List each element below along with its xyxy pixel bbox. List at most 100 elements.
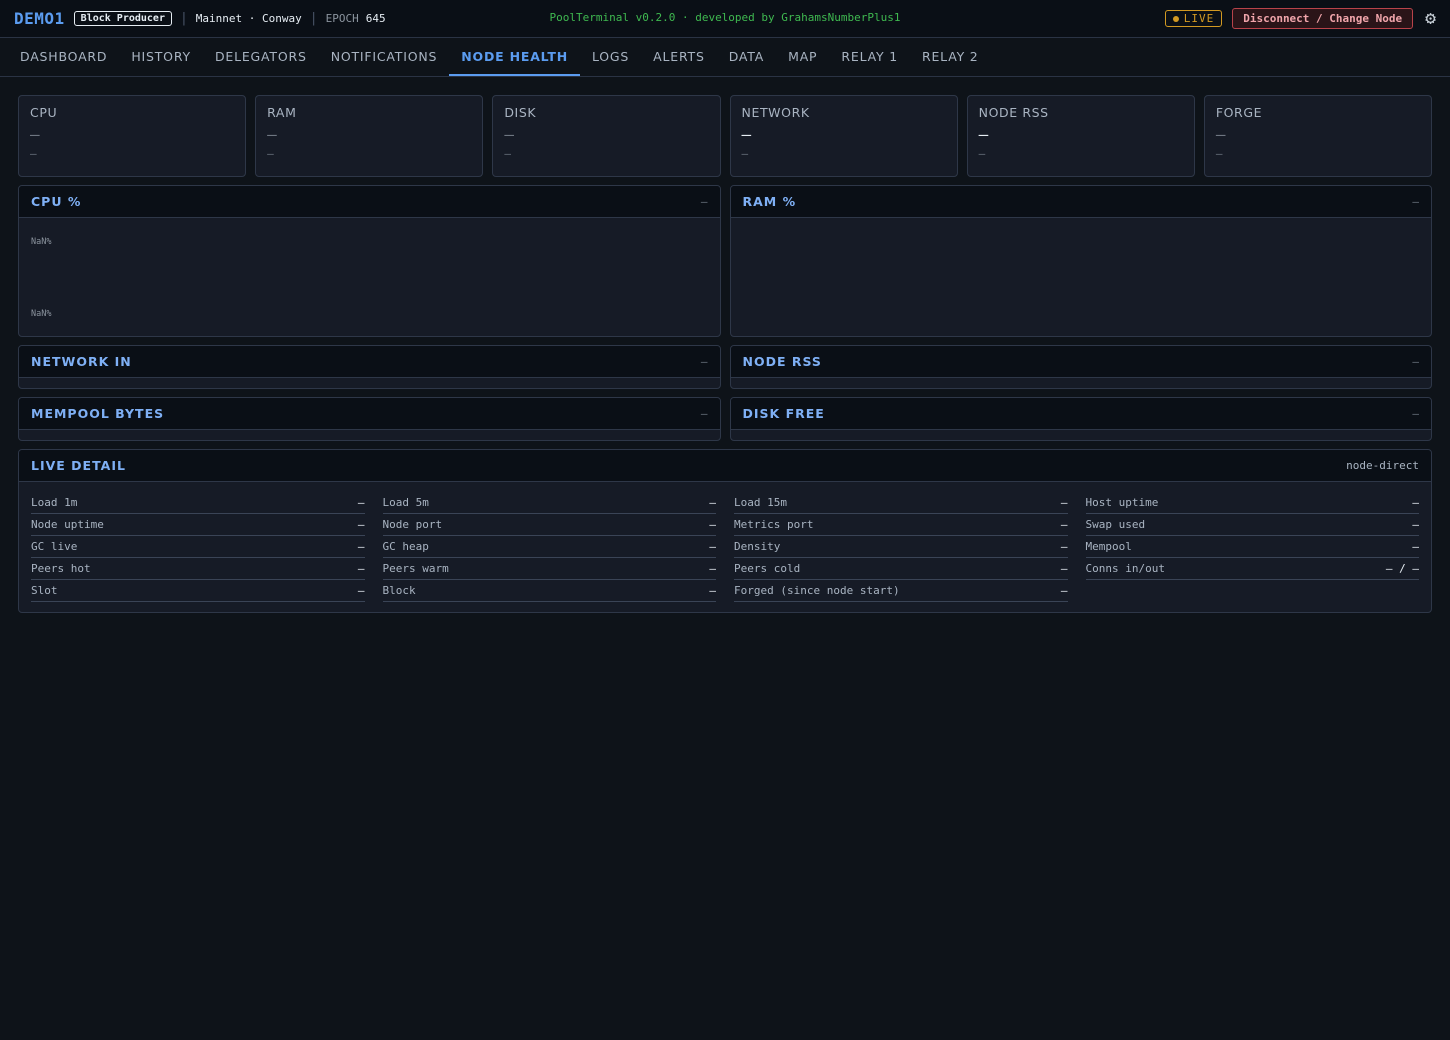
detail-value: – (709, 562, 716, 575)
stat-value: — (504, 125, 514, 144)
cpu-chart: NaN% NaN% (19, 218, 720, 336)
stat-title: NETWORK (741, 105, 810, 120)
detail-value: – (1412, 540, 1419, 553)
tab-relay-2[interactable]: RELAY 2 (910, 38, 991, 76)
detail-key: Node uptime (31, 518, 104, 531)
detail-row: Node uptime – (31, 514, 365, 536)
disk-free-chart (731, 430, 1432, 440)
panel-meta: – (700, 407, 708, 420)
disk-free-panel: DISK FREE – (729, 397, 1432, 441)
detail-value: – (1060, 496, 1068, 509)
pool-name: DEMO1 (14, 9, 65, 28)
network-label: Mainnet · Conway (195, 12, 302, 25)
mempool-bytes-panel: MEMPOOL BYTES – (18, 397, 721, 441)
stat-card-forge: FORGE — – (1203, 95, 1432, 177)
disconnect-button[interactable]: Disconnect / Change Node (1232, 8, 1414, 29)
detail-value: – (1060, 584, 1068, 597)
stat-value: — (741, 125, 752, 144)
stat-title: DISK (504, 105, 537, 120)
node-health-page: CPU — – RAM — – DISK — – NETWORK — – NODE RSS — – FORGE… (0, 77, 1450, 631)
detail-row: Load 1m – (31, 492, 365, 514)
stat-value: — (1215, 125, 1226, 144)
panel-meta: – (1412, 195, 1419, 208)
gear-icon[interactable]: ⚙ (1425, 8, 1436, 29)
detail-key: Load 15m (734, 496, 787, 509)
detail-row: Host uptime – (1085, 492, 1419, 514)
detail-column: Load 1m – Node uptime – GC live – Peers hot – Sl… (31, 492, 365, 602)
stat-subtext: – (30, 147, 37, 160)
main-nav: DASHBOARD HISTORY DELEGATORS NOTIFICATIONS N… (0, 38, 1450, 77)
detail-value: – (357, 584, 365, 597)
tab-data[interactable]: DATA (717, 38, 776, 76)
detail-row: Metrics port – (734, 514, 1068, 536)
stat-value: — (30, 125, 40, 144)
panel-title: NETWORK IN (31, 354, 132, 369)
panel-title: DISK FREE (742, 406, 825, 421)
tab-alerts[interactable]: ALERTS (641, 38, 717, 76)
stat-subtext: – (741, 147, 749, 160)
epoch-label: EPOCH (325, 12, 359, 25)
detail-row: Block – (382, 580, 716, 602)
network-in-chart (19, 378, 720, 388)
panel-title: CPU % (31, 194, 82, 209)
detail-value: – (1412, 518, 1419, 531)
panel-meta: – (700, 355, 708, 368)
detail-key: Conns in/out (1085, 562, 1165, 575)
top-bar: DEMO1 Block Producer | Mainnet · Conway … (0, 0, 1450, 38)
epoch-value: 645 (365, 12, 386, 25)
detail-row: Node port – (382, 514, 716, 536)
ram-chart-panel: RAM % – (729, 185, 1432, 337)
detail-value: – (709, 584, 716, 597)
stat-card-network: NETWORK — – (729, 95, 958, 177)
stat-value: — (978, 125, 989, 144)
tab-logs[interactable]: LOGS (580, 38, 641, 76)
stat-card-disk: DISK — – (492, 95, 721, 177)
detail-row: Peers warm – (382, 558, 716, 580)
live-detail-grid: Load 1m – Node uptime – GC live – Peers hot – Sl… (19, 482, 1431, 612)
stat-cards: CPU — – RAM — – DISK — – NETWORK — – NODE RSS — – FORGE… (18, 95, 1432, 177)
detail-row: Swap used – (1085, 514, 1419, 536)
stat-title: FORGE (1215, 105, 1263, 120)
detail-key: Load 5m (382, 496, 429, 509)
detail-column: Host uptime – Swap used – Mempool – Conns in/o… (1085, 492, 1419, 602)
detail-value: – (357, 496, 365, 509)
detail-value: – (357, 518, 365, 531)
tab-node-health[interactable]: NODE HEALTH (449, 38, 580, 76)
detail-key: Peers cold (734, 562, 801, 575)
detail-key: GC live (31, 540, 78, 553)
stat-subtext: – (978, 147, 986, 160)
detail-value: – (709, 496, 716, 509)
node-rss-chart (731, 378, 1432, 388)
detail-value: – (1412, 496, 1419, 509)
role-badge: Block Producer (73, 11, 172, 26)
live-label: LIVE (1183, 12, 1215, 25)
stat-value: — (267, 125, 277, 144)
tab-relay-1[interactable]: RELAY 1 (829, 38, 910, 76)
tab-dashboard[interactable]: DASHBOARD (8, 38, 119, 76)
detail-row: GC live – (31, 536, 365, 558)
detail-value: – / – (1385, 562, 1419, 575)
detail-value: – (357, 540, 365, 553)
separator: | (179, 11, 188, 26)
panel-meta: – (1412, 407, 1419, 420)
detail-row: Peers cold – (734, 558, 1068, 580)
detail-row: GC heap – (382, 536, 716, 558)
detail-key: GC heap (382, 540, 429, 553)
detail-row: Conns in/out – / – (1085, 558, 1419, 580)
tab-delegators[interactable]: DELEGATORS (203, 38, 319, 76)
detail-row: Mempool – (1085, 536, 1419, 558)
tab-notifications[interactable]: NOTIFICATIONS (319, 38, 450, 76)
detail-key: Slot (31, 584, 58, 597)
stat-title: CPU (30, 105, 58, 120)
tab-map[interactable]: MAP (776, 38, 829, 76)
detail-key: Load 1m (31, 496, 78, 509)
detail-key: Host uptime (1085, 496, 1159, 509)
tab-history[interactable]: HISTORY (119, 38, 203, 76)
detail-value: – (1060, 518, 1068, 531)
detail-column: Load 5m – Node port – GC heap – Peers warm – Blo… (382, 492, 716, 602)
panel-title: LIVE DETAIL (31, 458, 126, 473)
axis-max-label: NaN% (31, 237, 52, 247)
detail-key: Forged (since node start) (734, 584, 900, 597)
detail-value: – (709, 540, 716, 553)
separator: | (309, 11, 318, 26)
